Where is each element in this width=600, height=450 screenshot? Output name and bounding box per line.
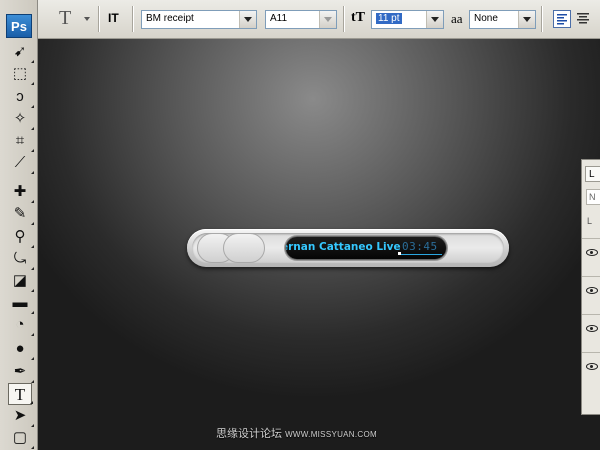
gradient-tool-button[interactable]: ▬	[8, 292, 34, 314]
move-tool-button[interactable]: ➹	[8, 41, 34, 63]
separator	[343, 6, 345, 32]
separator	[98, 6, 100, 32]
align-center-button[interactable]	[574, 10, 592, 28]
clone-stamp-tool-icon: ⚲	[14, 228, 26, 245]
shape-tool-icon: ▢	[12, 429, 28, 446]
antialias-select[interactable]: None	[469, 10, 536, 29]
magic-wand-tool-button[interactable]: ✧	[8, 108, 34, 130]
chevron-down-icon[interactable]	[239, 11, 256, 28]
flyout-corner-icon	[31, 82, 34, 85]
watermark-url: WWW.MISSYUAN.COM	[285, 430, 377, 439]
separator	[132, 6, 134, 32]
layer-row[interactable]	[582, 276, 600, 309]
font-size-select[interactable]: 11 pt	[371, 10, 444, 29]
healing-brush-tool-button[interactable]: ✚	[8, 181, 34, 203]
gradient-tool-icon: ▬	[12, 294, 28, 311]
brush-tool-button[interactable]: ✎	[8, 203, 34, 225]
crop-tool-icon: ⌗	[15, 132, 25, 149]
chevron-down-icon[interactable]	[319, 11, 336, 28]
path-selection-tool-icon: ➤	[13, 407, 27, 424]
shape-tool-button[interactable]: ▢	[8, 427, 34, 449]
eraser-tool-icon: ◪	[12, 272, 28, 289]
eraser-tool-button[interactable]: ◪	[8, 270, 34, 292]
layer-row[interactable]	[582, 238, 600, 271]
lasso-tool-button[interactable]: ↄ	[8, 86, 34, 108]
pen-tool-icon: ✒	[13, 363, 27, 380]
photoshop-logo[interactable]: Ps	[6, 14, 32, 38]
flyout-corner-icon	[31, 446, 34, 449]
tool-preset-chevron-icon[interactable]	[84, 17, 90, 21]
layer-row[interactable]	[582, 352, 600, 385]
lasso-tool-icon: ↄ	[16, 88, 24, 105]
music-player-widget: ernan Cattaneo Live 03:45	[187, 229, 509, 267]
watermark-chinese: 思缘设计论坛	[216, 428, 282, 440]
font-family-select[interactable]: BM receipt	[141, 10, 257, 29]
align-left-button[interactable]	[553, 10, 571, 28]
eye-icon[interactable]	[586, 249, 598, 256]
chevron-down-icon[interactable]	[426, 11, 443, 28]
flyout-corner-icon	[31, 357, 34, 360]
track-title: ernan Cattaneo Live	[285, 241, 401, 253]
marquee-tool-icon: ⬚	[12, 65, 28, 82]
now-playing-display: ernan Cattaneo Live 03:45	[285, 236, 447, 260]
flyout-corner-icon	[31, 171, 34, 174]
layer-row[interactable]	[582, 314, 600, 347]
eyedropper-tool-button[interactable]: ⟋	[8, 152, 34, 174]
play-button[interactable]	[223, 233, 265, 263]
eyedropper-tool-icon: ⟋	[14, 154, 26, 171]
separator	[541, 6, 543, 32]
blur-tool-button[interactable]: ◔	[8, 314, 34, 336]
toolbox: Ps ➹ ⬚ ↄ ✧ ⌗ ⟋ ✚ ✎ ⚲ ⤿ ◪ ▬ ◔ ● ✒ T ➤ ▢	[0, 0, 38, 450]
type-tool-button[interactable]: T	[8, 383, 33, 405]
eye-icon[interactable]	[586, 325, 598, 332]
layers-lock-label: L	[587, 216, 593, 226]
brush-tool-icon: ✎	[13, 205, 27, 222]
font-style-value: A11	[270, 13, 288, 24]
track-time: 03:45	[402, 240, 438, 253]
flyout-corner-icon	[30, 401, 33, 404]
move-tool-icon: ➹	[13, 43, 27, 60]
path-selection-tool-button[interactable]: ➤	[8, 405, 34, 427]
clone-stamp-tool-button[interactable]: ⚲	[8, 226, 34, 248]
layers-blend-mode-field[interactable]: N	[586, 189, 600, 205]
layers-panel: L N L	[581, 159, 600, 415]
eye-icon[interactable]	[586, 363, 598, 370]
magic-wand-tool-icon: ✧	[13, 110, 27, 127]
type-tool-icon: T	[14, 385, 26, 404]
options-bar: T IT BM receipt A11 tT 11 pt aa None	[0, 0, 600, 39]
align-left-icon	[557, 14, 567, 25]
text-orientation-icon[interactable]: IT	[108, 11, 119, 25]
marquee-tool-button[interactable]: ⬚	[8, 63, 34, 85]
chevron-down-icon[interactable]	[518, 11, 535, 28]
progress-bar[interactable]	[398, 254, 442, 255]
text-tool-icon[interactable]: T	[59, 7, 71, 30]
dodge-tool-button[interactable]: ●	[8, 338, 34, 360]
document-canvas[interactable]: ernan Cattaneo Live 03:45 思缘设计论坛 WWW.MIS…	[38, 39, 600, 450]
blur-tool-icon: ◔	[15, 316, 25, 333]
eye-icon[interactable]	[586, 287, 598, 294]
layers-tab[interactable]: L	[585, 166, 600, 182]
font-size-field: 11 pt	[376, 13, 402, 24]
progress-knob[interactable]	[398, 252, 401, 255]
history-brush-tool-icon: ⤿	[13, 250, 27, 267]
history-brush-tool-button[interactable]: ⤿	[8, 248, 34, 270]
font-family-value: BM receipt	[146, 13, 194, 24]
flyout-corner-icon	[31, 222, 34, 225]
font-style-select[interactable]: A11	[265, 10, 337, 29]
antialias-value: None	[474, 13, 498, 24]
watermark: 思缘设计论坛 WWW.MISSYUAN.COM	[216, 425, 377, 441]
align-center-icon	[577, 13, 589, 24]
pen-tool-button[interactable]: ✒	[8, 361, 34, 383]
crop-tool-button[interactable]: ⌗	[8, 130, 34, 152]
font-size-icon: tT	[351, 10, 365, 25]
healing-brush-tool-icon: ✚	[13, 183, 27, 200]
antialias-icon: aa	[451, 11, 463, 26]
font-size-value[interactable]: 11 pt	[376, 13, 402, 24]
flyout-corner-icon	[31, 333, 34, 336]
dodge-tool-icon: ●	[15, 340, 25, 357]
